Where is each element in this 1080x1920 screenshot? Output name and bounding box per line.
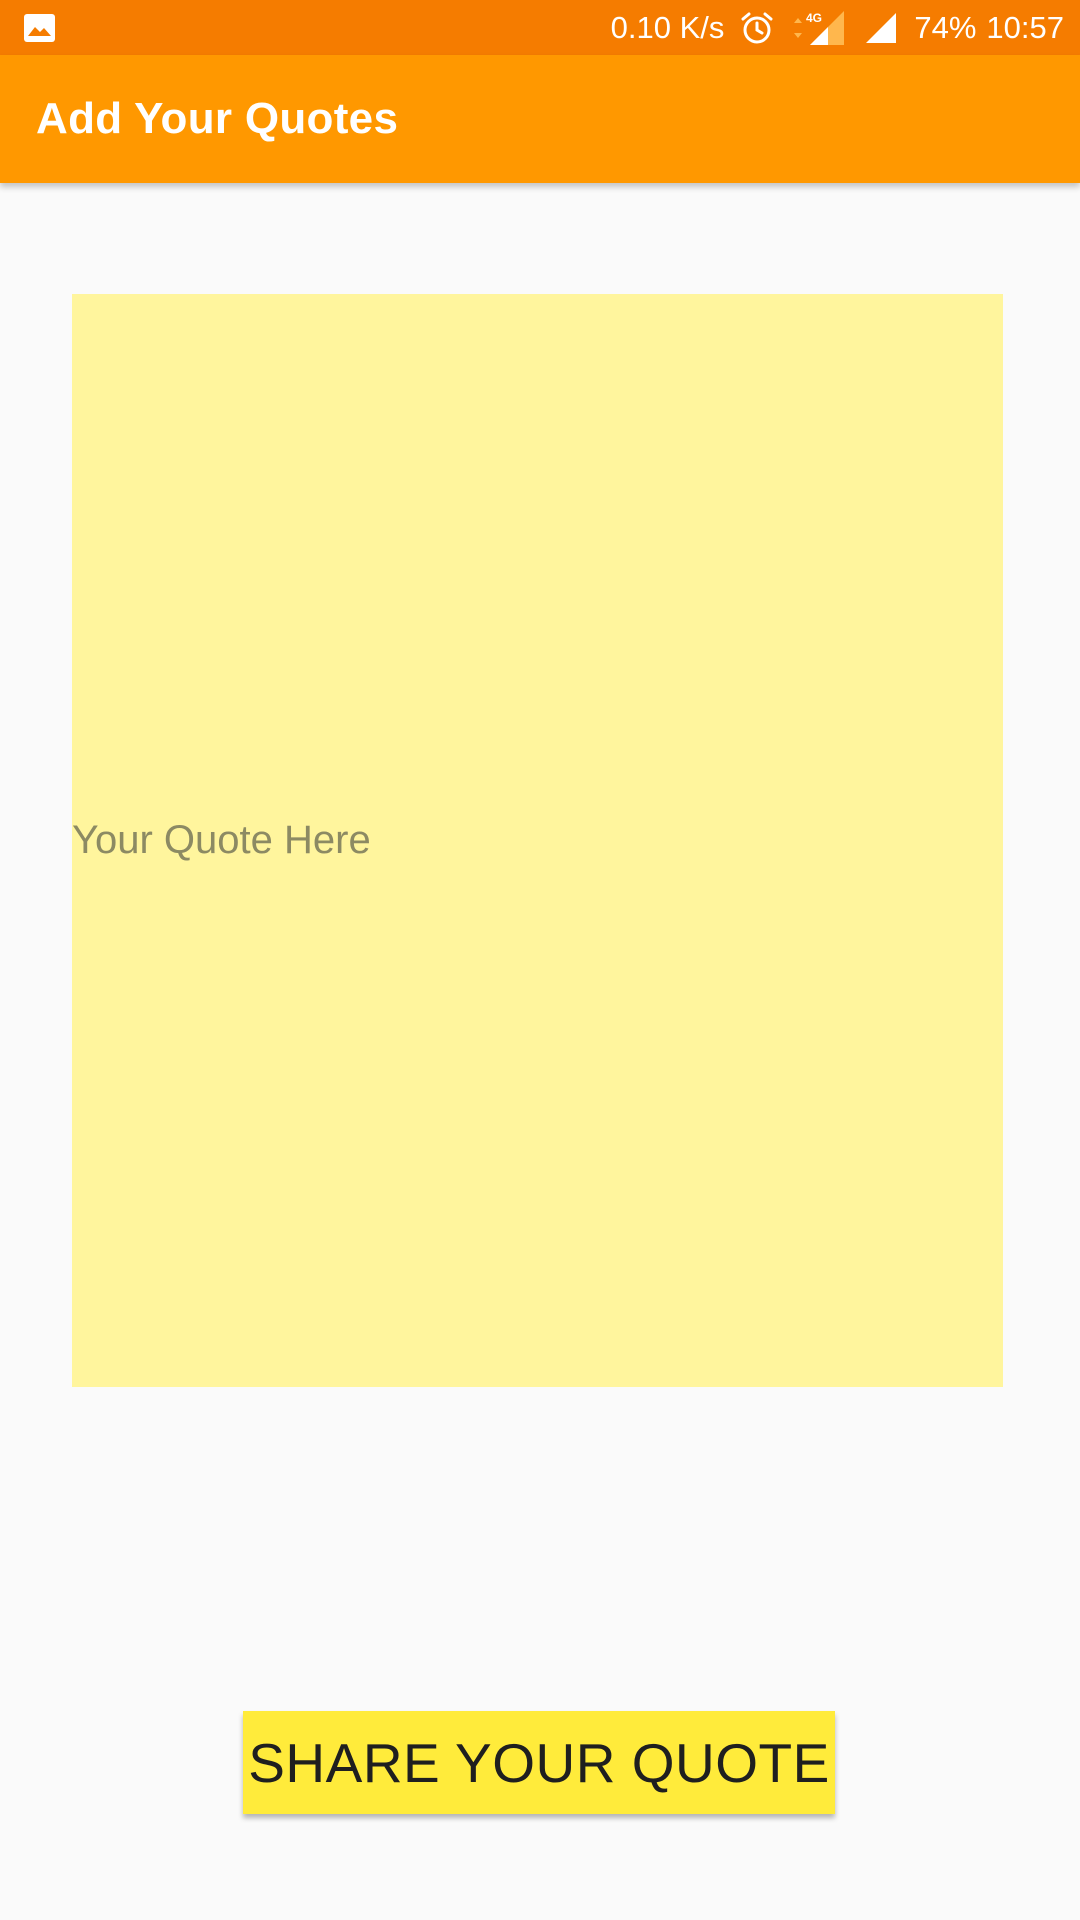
status-bar-right: 0.10 K/s 4G 74% 10:57 <box>611 10 1064 46</box>
page-title: Add Your Quotes <box>36 94 399 143</box>
network-speed: 0.10 K/s <box>610 9 725 45</box>
mobile-data-icon: 4G <box>794 10 845 45</box>
clock: 10:57 <box>986 9 1064 45</box>
gallery-icon <box>24 13 55 42</box>
signal-icon <box>866 12 897 43</box>
status-bar: 0.10 K/s 4G 74% 10:57 <box>0 0 1080 55</box>
quote-area[interactable] <box>72 294 1003 1387</box>
app-bar: Add Your Quotes <box>0 55 1080 183</box>
alarm-icon <box>741 12 773 43</box>
quote-input[interactable] <box>72 818 1003 863</box>
status-bar-left <box>24 13 611 42</box>
share-quote-button[interactable]: SHARE YOUR QUOTE <box>243 1711 835 1814</box>
share-quote-label: SHARE YOUR QUOTE <box>248 1731 830 1794</box>
network-type: 4G <box>806 11 822 25</box>
battery-level: 74% <box>914 9 977 45</box>
